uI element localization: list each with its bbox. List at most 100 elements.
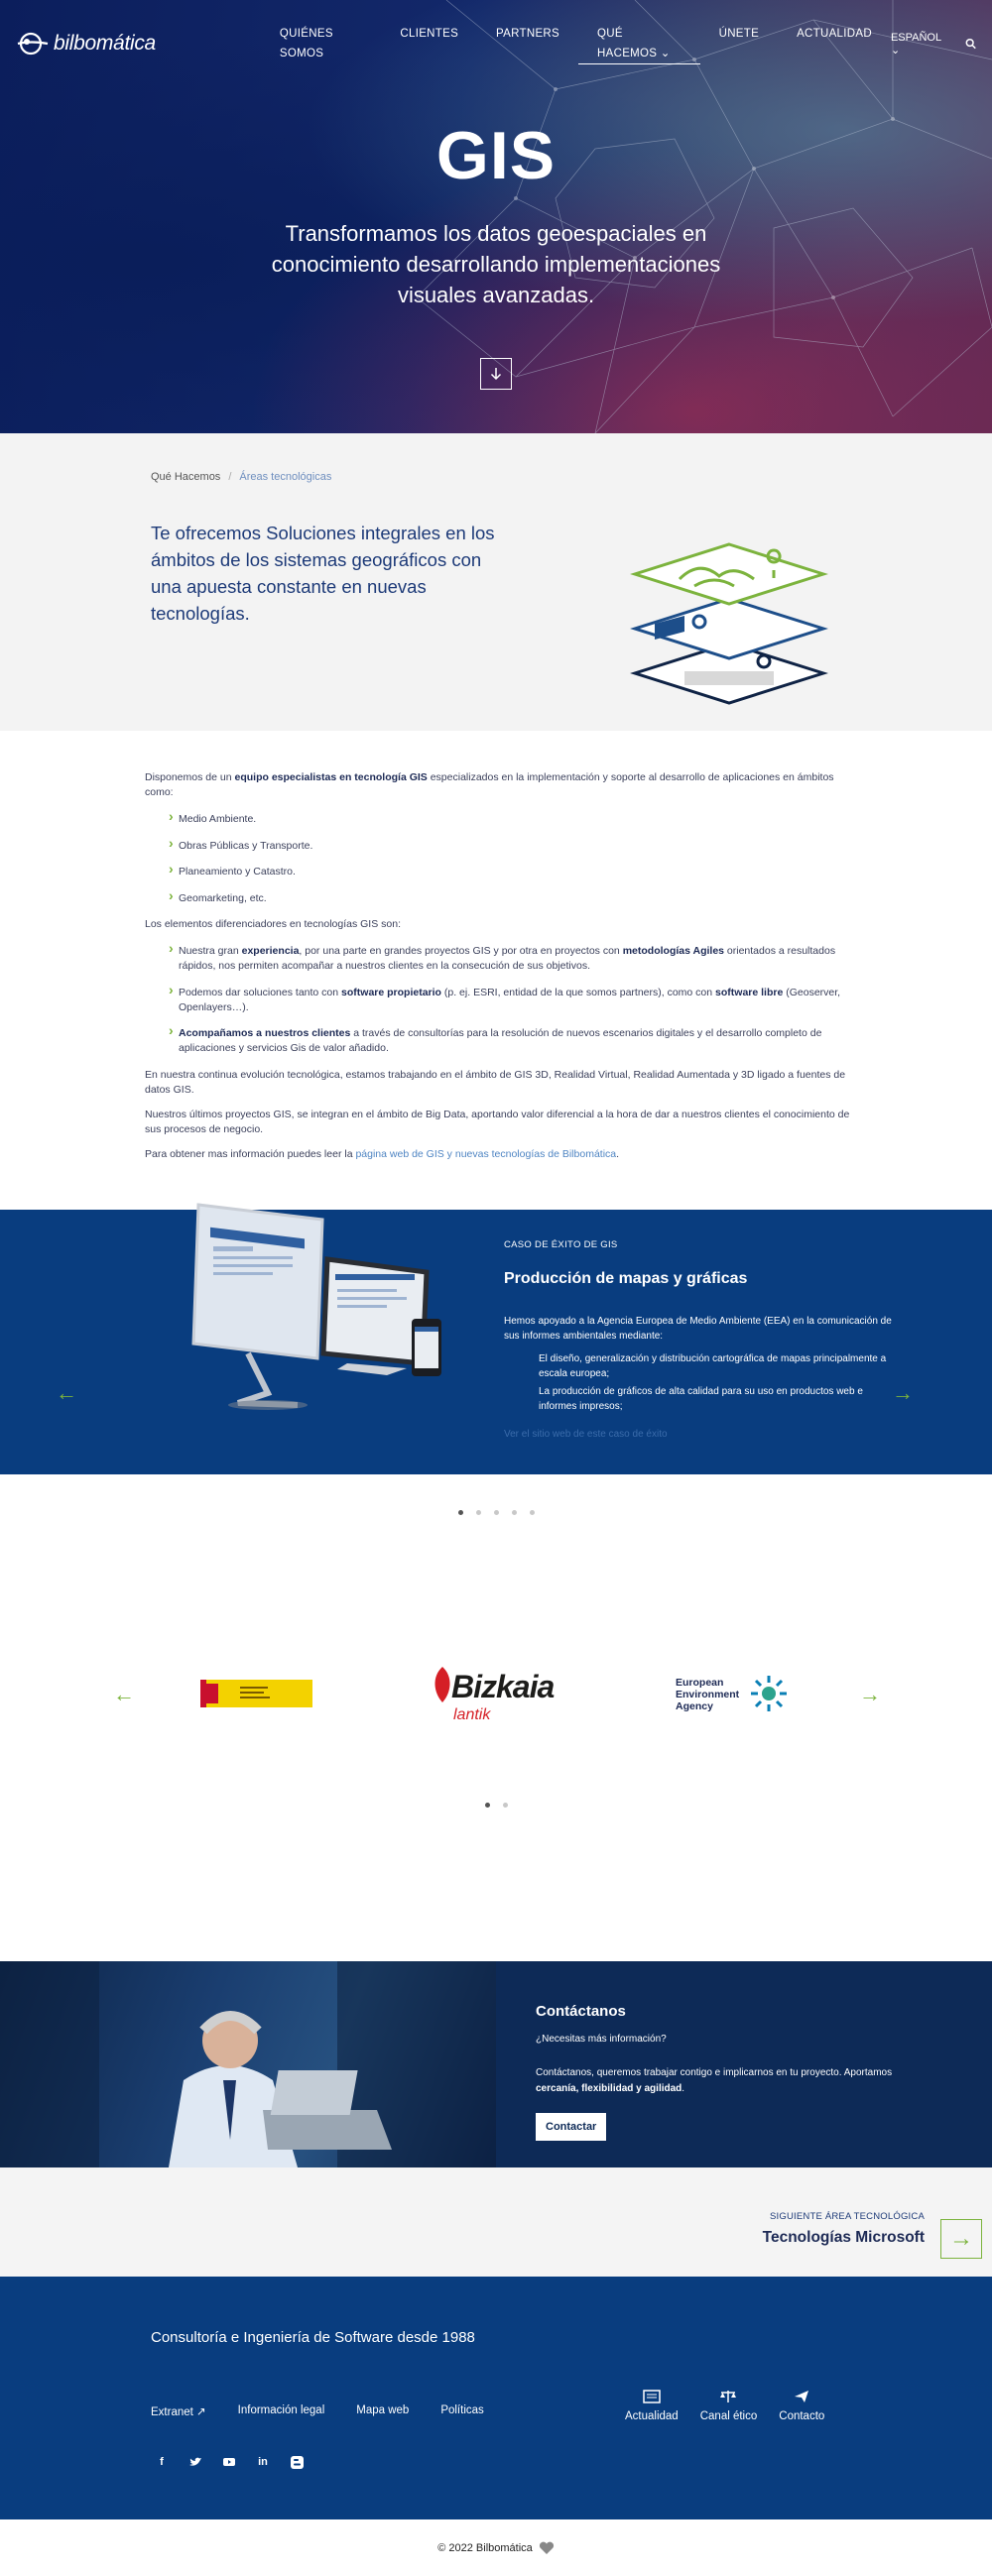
hero-subtitle: Transformamos los datos geoespaciales en… [271,221,721,307]
list-item: Nuestra gran experiencia, por una parte … [145,941,853,974]
content-paragraph: En nuestra continua evolución tecnológic… [145,1068,846,1096]
areas-list: Medio Ambiente. Obras Públicas y Transpo… [145,809,853,906]
footer-link-policies[interactable]: Políticas [440,2404,483,2418]
nav-item-que-hacemos[interactable]: QUÉ HACEMOS ⌄ [578,24,700,64]
next-area-label: SIGUIENTE ÁREA TECNOLÓGICA [769,2211,925,2222]
gis-layers-illustration [630,542,828,705]
contact-button[interactable]: Contactar [536,2113,607,2141]
facebook-icon[interactable]: f [155,2455,169,2469]
text-run: Para obtener mas información puedes leer… [145,1147,356,1160]
footer-link-sitemap[interactable]: Mapa web [356,2404,409,2418]
text-run: (p. ej. ESRI, entidad de la que somos pa… [440,986,716,998]
nav-menu: QUIÉNES SOMOS CLIENTES PARTNERS QUÉ HACE… [261,24,891,64]
nav-item-clientes[interactable]: CLIENTES [381,24,477,64]
text-strong: software libre [715,986,784,998]
intro-section: Qué Hacemos / Áreas tecnológicas Te ofrece… [0,433,992,731]
chevron-down-icon: ⌄ [890,44,901,57]
next-area-title[interactable]: Tecnologías Microsoft [763,2229,925,2247]
footer-contacto[interactable]: Contacto [779,2390,824,2422]
next-area-button[interactable]: → [940,2219,982,2259]
carousel-next-arrow-icon[interactable]: → [892,1382,914,1404]
blogger-icon[interactable] [290,2455,304,2469]
contact-text: Contáctanos, queremos trabajar contigo e… [536,2065,913,2097]
twitter-bird-glyph [189,2457,201,2466]
nav-item-actualidad[interactable]: ACTUALIDAD [778,24,891,64]
text-strong: cercanía, flexibilidad y agilidad [536,2083,682,2094]
clients-carousel-dots [0,1803,992,1808]
arrow-right-icon: → [949,2225,973,2252]
eea-line: Agency [676,1700,713,1712]
footer-canal-etico[interactable]: Canal ético [700,2390,757,2422]
bizkaia-wordmark: Bizkaia [451,1669,555,1704]
copyright-bar: © 2022 Bilbomática [0,2519,992,2576]
carousel-prev-arrow-icon[interactable]: ← [56,1382,77,1404]
language-label: ESPAÑOL [890,31,941,44]
clients-carousel: ← Bizkaia lantik European Environment Ag… [0,1515,992,1961]
eea-emblem-icon [751,1676,787,1711]
footer-actualidad-label: Actualidad [625,2410,679,2422]
nav-item-quienes-somos[interactable]: QUIÉNES SOMOS [261,24,381,64]
next-area-section: SIGUIENTE ÁREA TECNOLÓGICA Tecnologías M… [0,2167,992,2277]
text-run: , por una parte en grandes proyectos GIS… [299,945,623,957]
footer-contacto-label: Contacto [779,2410,825,2422]
nav-right: ESPAÑOL ⌄ [891,32,976,57]
youtube-icon[interactable] [222,2455,236,2469]
nav-item-unete[interactable]: ÚNETE [700,24,778,64]
language-selector[interactable]: ESPAÑOL ⌄ [891,32,949,57]
text-run: Podemos dar soluciones tanto con [179,986,342,998]
eea-wordmark: European Environment Agency [676,1677,739,1712]
gis-content: Disponemos de un equipo especialistas en… [0,731,853,1210]
footer-actualidad[interactable]: Actualidad [625,2390,679,2422]
footer-link-extranet[interactable]: Extranet ↗ [151,2404,206,2418]
bilbomatica-logo-icon [17,32,49,56]
breadcrumb-que-hacemos[interactable]: Qué Hacemos [151,471,220,483]
carousel-dot[interactable] [502,1803,508,1808]
contact-question: ¿Necesitas más información? [536,2034,667,2045]
hero-banner: bilbomática QUIÉNES SOMOS CLIENTES PARTN… [0,0,992,433]
text-strong: experiencia [241,945,300,957]
text-strong: metodologías Agiles [622,945,724,957]
content-paragraph: Nuestros últimos proyectos GIS, se integ… [145,1108,850,1135]
case-study-link[interactable]: Ver el sitio web de este caso de éxito [504,1429,668,1440]
list-item: Planeamiento y Catastro. [145,862,853,879]
list-item: Acompañamos a nuestros clientes a través… [145,1023,853,1056]
external-link-icon: ↗ [196,2406,206,2418]
clients-next-arrow-icon[interactable]: → [859,1684,881,1705]
text-run: Disponemos de un [145,771,235,783]
scroll-down-button[interactable] [480,358,512,390]
case-description: Hemos apoyado a la Agencia Europea de Me… [504,1316,892,1342]
heart-icon [539,2541,554,2554]
twitter-icon[interactable] [188,2455,202,2469]
clients-prev-arrow-icon[interactable]: ← [113,1684,135,1705]
contact-photo [0,1961,496,2167]
list-item: Obras Públicas y Transporte. [145,836,853,854]
text-run: Contáctanos, queremos trabajar contigo e… [536,2067,893,2078]
text-strong: Acompañamos a nuestros clientes [179,1027,351,1039]
search-icon[interactable] [965,38,976,50]
text-run: Nuestra gran [179,945,242,957]
contact-section: Contáctanos ¿Necesitas más información? … [0,1961,992,2167]
newspaper-icon [643,2390,661,2403]
case-bullet: La producción de gráficos de alta calida… [539,1386,863,1412]
case-study-carousel: ← CASO DE ÉXITO DE GIS Producción de map… [0,1203,992,1474]
case-title: Producción de mapas y gráficas [504,1270,748,1287]
carousel-dot[interactable] [484,1803,490,1808]
paper-plane-icon [795,2391,809,2402]
brand-logo[interactable]: bilbomática [16,29,156,59]
youtube-glyph [223,2458,235,2466]
gis-website-link[interactable]: página web de GIS y nuevas tecnologías d… [355,1148,616,1160]
breadcrumb-areas-tecnologicas[interactable]: Áreas tecnológicas [239,471,331,483]
breadcrumb: Qué Hacemos / Áreas tecnológicas [151,471,331,483]
footer-quick-links: Actualidad Canal ético Contacto [625,2390,824,2422]
social-links: f in [155,2455,304,2469]
text-run: . [616,1147,620,1160]
footer-link-legal[interactable]: Información legal [238,2404,325,2418]
eea-logo: European Environment Agency [676,1674,790,1715]
nav-item-que-hacemos-label: QUÉ HACEMOS [597,27,658,59]
linkedin-icon[interactable]: in [256,2455,270,2469]
text-run: . [682,2083,685,2094]
text-strong: software propietario [341,986,441,998]
nav-item-partners[interactable]: PARTNERS [477,24,578,64]
intro-text: Te ofrecemos Soluciones integrales en lo… [151,523,495,624]
breadcrumb-separator: / [228,471,232,483]
